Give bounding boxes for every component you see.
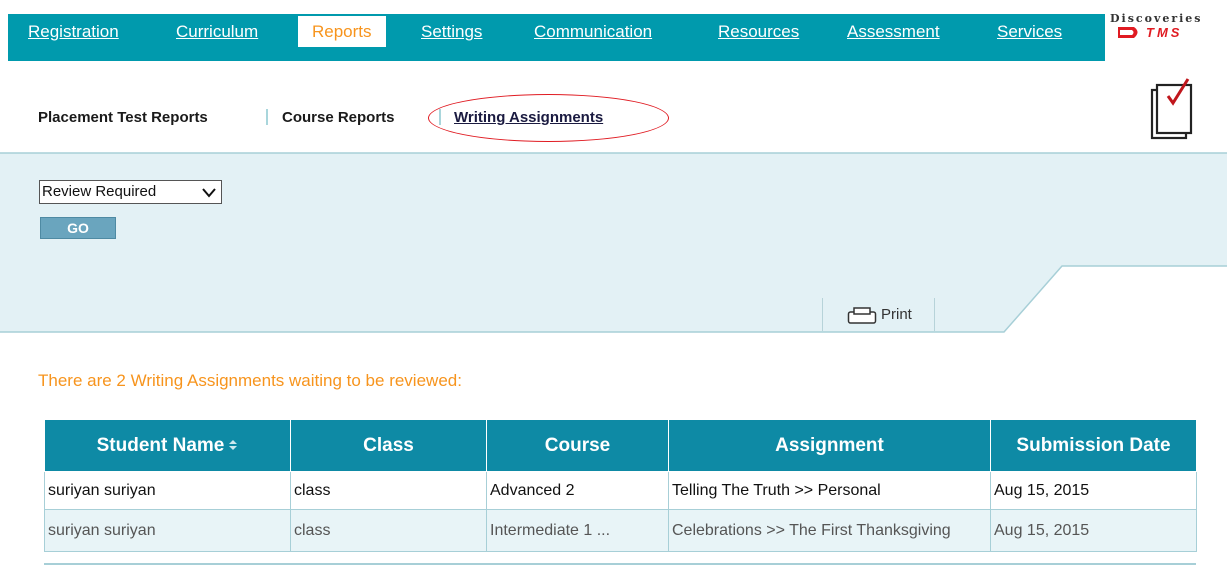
nav-tab-assessment[interactable]: Assessment	[847, 22, 940, 42]
cell-submission-date: Aug 15, 2015	[990, 471, 1197, 510]
subnav-course-reports[interactable]: Course Reports	[282, 109, 395, 126]
sort-arrows-icon[interactable]	[228, 439, 238, 451]
chevron-down-icon	[202, 188, 216, 198]
column-header-student-name[interactable]: Student Name	[44, 419, 291, 472]
column-header-assignment: Assignment	[668, 419, 991, 472]
cell-course: Advanced 2	[486, 471, 669, 510]
cell-assignment[interactable]: Telling The Truth >> Personal	[668, 471, 991, 510]
nav-tab-registration[interactable]: Registration	[28, 22, 119, 42]
nav-tab-services[interactable]: Services	[997, 22, 1062, 42]
cell-course: Intermediate 1 ...	[486, 509, 669, 552]
column-header-class: Class	[290, 419, 487, 472]
notepad-check-icon[interactable]	[1144, 76, 1200, 142]
subnav-placement-test-reports[interactable]: Placement Test Reports	[38, 109, 208, 126]
writing-assignments-table: Student Name Class Course Assignment Sub…	[44, 419, 1197, 552]
subnav-separator	[266, 109, 268, 125]
print-label: Print	[881, 306, 912, 323]
status-select[interactable]: Review Required	[39, 180, 222, 204]
status-select-value: Review Required	[42, 183, 157, 200]
nav-tab-reports[interactable]: Reports	[298, 16, 386, 47]
printer-icon	[847, 307, 877, 324]
cell-class: class	[290, 509, 487, 552]
column-header-course: Course	[486, 419, 669, 472]
cell-student-name[interactable]: suriyan suriyan	[44, 471, 291, 510]
table-header-row: Student Name Class Course Assignment Sub…	[44, 419, 1197, 472]
table-row[interactable]: suriyan suriyan class Intermediate 1 ...…	[44, 509, 1197, 552]
table-row[interactable]: suriyan suriyan class Advanced 2 Telling…	[44, 471, 1197, 510]
print-button[interactable]: Print	[822, 298, 935, 331]
column-header-label: Student Name	[96, 434, 225, 456]
cell-student-name[interactable]: suriyan suriyan	[44, 509, 291, 552]
column-header-submission-date: Submission Date	[990, 419, 1197, 472]
nav-tab-resources[interactable]: Resources	[718, 22, 799, 42]
nav-tab-settings[interactable]: Settings	[421, 22, 482, 42]
logo-swoosh-icon	[1118, 27, 1138, 38]
logo-tms-text: TMS	[1146, 25, 1183, 40]
table-bottom-border	[44, 563, 1196, 565]
nav-tab-curriculum[interactable]: Curriculum	[176, 22, 258, 42]
nav-tab-communication[interactable]: Communication	[534, 22, 652, 42]
cell-submission-date: Aug 15, 2015	[990, 509, 1197, 552]
go-button[interactable]: GO	[40, 217, 116, 239]
cell-assignment[interactable]: Celebrations >> The First Thanksgiving	[668, 509, 991, 552]
discoveries-logo[interactable]: Discoveries TMS	[1110, 12, 1227, 52]
pending-review-message: There are 2 Writing Assignments waiting …	[38, 371, 462, 390]
cell-class: class	[290, 471, 487, 510]
subnav-separator	[439, 109, 441, 125]
subnav-writing-assignments[interactable]: Writing Assignments	[454, 109, 603, 126]
